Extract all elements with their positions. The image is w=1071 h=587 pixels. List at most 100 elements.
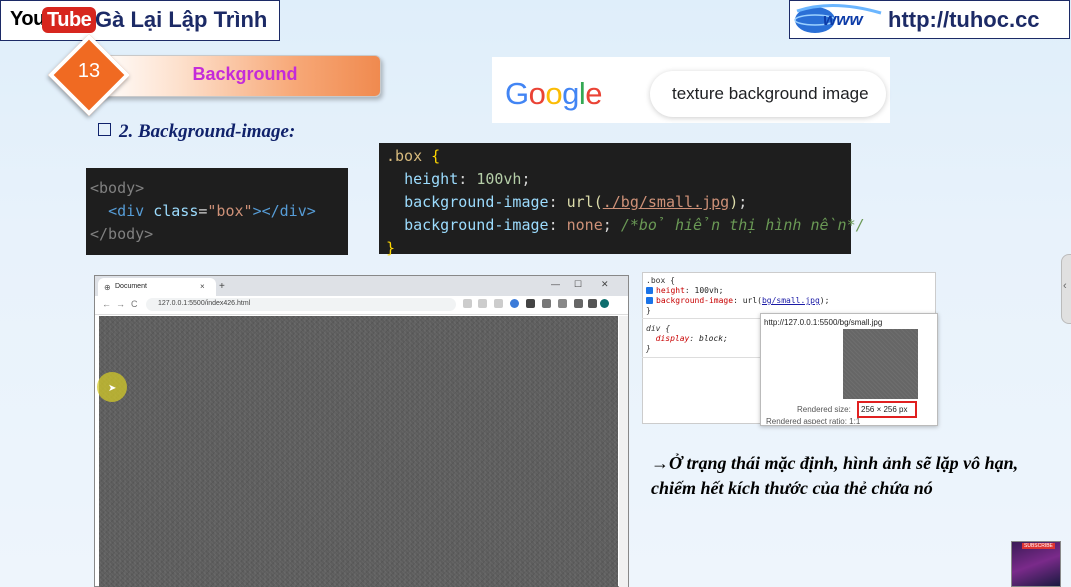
back-button[interactable]: ← — [102, 299, 111, 309]
devtools-divider — [642, 357, 760, 358]
channel-name: Gà Lại Lập Trình — [95, 7, 268, 32]
code-line: background-image: url(./bg/small.jpg); — [404, 193, 748, 211]
globe-icon: ⊕ — [104, 283, 111, 292]
code-selector: .box — [386, 147, 423, 165]
devtools-rule-div: div { display: block;} — [646, 324, 728, 354]
devtools-property: height — [656, 286, 685, 295]
google-logo-letter: g — [562, 76, 579, 111]
extension-icon[interactable] — [558, 299, 567, 308]
extension-icon[interactable] — [542, 299, 551, 308]
tab-close-icon[interactable]: × — [200, 282, 205, 291]
devtools-brace: } — [646, 306, 651, 315]
code-line: background-image: none; /*bỏ hiển thị hì… — [404, 216, 865, 234]
devtools-value: ); — [819, 296, 830, 305]
code-comment: /*bỏ hiển thị hình nền*/ — [620, 216, 865, 234]
google-logo-letter: e — [585, 76, 603, 111]
code-tag: <div — [108, 202, 145, 220]
explanation-note: →Ở trạng thái mặc định, hình ảnh sẽ lặp … — [651, 453, 1019, 498]
devtools-rule-box: .box {height: 100vh; background-image: ur… — [646, 276, 829, 316]
youtube-logo-tube: Tube — [42, 7, 97, 33]
code-attr: class — [153, 202, 199, 220]
code-property: background-image — [404, 216, 549, 234]
extension-icon[interactable] — [526, 299, 535, 308]
star-icon[interactable] — [494, 299, 503, 308]
code-line: } — [386, 237, 851, 260]
code-line: <div class="box"></div> — [90, 200, 348, 223]
google-logo-letter: o — [545, 76, 563, 111]
site-url: http://tuhoc.cc — [888, 7, 1040, 32]
rendered-size-label: Rendered size: — [797, 405, 851, 414]
section-heading: 2. Background-image: — [98, 121, 295, 143]
devtools-line: .box { — [646, 276, 829, 286]
extension-icon[interactable] — [510, 299, 519, 308]
www-text: www — [823, 10, 864, 29]
new-tab-button[interactable]: + — [219, 281, 225, 292]
checkbox-bullet-icon — [98, 123, 111, 136]
devtools-value: 100vh; — [694, 286, 724, 295]
google-search-query: texture background image — [672, 84, 869, 103]
devtools-property: display — [655, 334, 690, 343]
share-icon[interactable] — [463, 299, 472, 308]
css-code-block: .box { height: 100vh; background-image: … — [379, 143, 865, 257]
devtools-line: div { — [646, 324, 728, 334]
sidebar-icon[interactable] — [588, 299, 597, 308]
code-function: url( — [566, 193, 603, 211]
devtools-value: url( — [742, 296, 762, 305]
mouse-cursor-icon: ➤ — [108, 383, 117, 394]
subscribe-badge: SUBSCRIBE — [1022, 543, 1055, 549]
code-line: height: 100vh; — [404, 170, 531, 188]
window-close-button[interactable]: ✕ — [601, 279, 609, 290]
code-line: <body> — [90, 177, 348, 200]
checkbox-checked-icon[interactable] — [646, 297, 653, 304]
devtools-value: block; — [699, 334, 728, 343]
lesson-title: Background — [192, 64, 298, 84]
devtools-line: height: 100vh; — [646, 286, 829, 296]
google-logo-letter: G — [505, 76, 529, 111]
devtools-line: background-image: url(bg/small.jpg); — [646, 296, 829, 306]
code-brace: } — [386, 239, 396, 257]
tab-title: Document — [115, 283, 147, 290]
google-logo-letter: o — [528, 76, 546, 111]
zoom-icon[interactable] — [478, 299, 487, 308]
code-tag: ></div> — [252, 202, 316, 220]
extension-icon[interactable] — [574, 299, 583, 308]
devtools-line: } — [646, 344, 728, 354]
devtools-selector: .box { — [646, 276, 675, 285]
checkbox-checked-icon[interactable] — [646, 287, 653, 294]
devtools-url-link[interactable]: bg/small.jpg — [762, 296, 820, 305]
tooltip-url: http://127.0.0.1:5500/bg/small.jpg — [764, 318, 883, 327]
code-url-path: ./bg/small.jpg — [602, 193, 730, 211]
code-line: </body> — [90, 223, 348, 246]
image-preview-thumbnail — [843, 329, 918, 399]
globe-www-icon: www — [794, 4, 882, 33]
profile-icon[interactable] — [600, 299, 609, 308]
devtools-brace: } — [646, 344, 651, 353]
devtools-selector: div { — [646, 324, 671, 333]
code-value: 100vh — [476, 170, 522, 188]
code-brace: { — [431, 147, 441, 165]
lesson-number: 13 — [77, 60, 101, 82]
youtube-logo-you: You — [10, 8, 45, 30]
forward-button[interactable]: → — [116, 299, 125, 309]
scrollbar[interactable] — [619, 316, 628, 587]
code-property: height — [404, 170, 459, 188]
code-value: none — [566, 216, 603, 234]
page-viewport-tiled-background — [99, 316, 618, 587]
rendered-size-value: 256 × 256 px — [861, 405, 908, 414]
chevron-left-icon[interactable]: ‹ — [1063, 280, 1067, 292]
code-tag: </body> — [90, 225, 154, 243]
window-minimize-button[interactable]: — — [551, 279, 560, 289]
devtools-line: display: block; — [655, 334, 728, 343]
window-maximize-button[interactable]: ☐ — [574, 279, 582, 290]
code-function: ) — [729, 193, 739, 211]
section-heading-text: 2. Background-image: — [119, 121, 296, 142]
devtools-property: background-image — [656, 296, 734, 305]
code-string: "box" — [207, 202, 253, 220]
code-line: .box { — [386, 145, 851, 168]
code-property: background-image — [404, 193, 549, 211]
google-logo: Google — [505, 76, 603, 112]
rendered-aspect-label: Rendered aspect ratio: 1:1 — [766, 417, 861, 424]
devtools-divider — [642, 318, 760, 319]
reload-button[interactable]: C — [131, 299, 138, 309]
address-url: 127.0.0.1:5500/index426.html — [158, 300, 251, 307]
